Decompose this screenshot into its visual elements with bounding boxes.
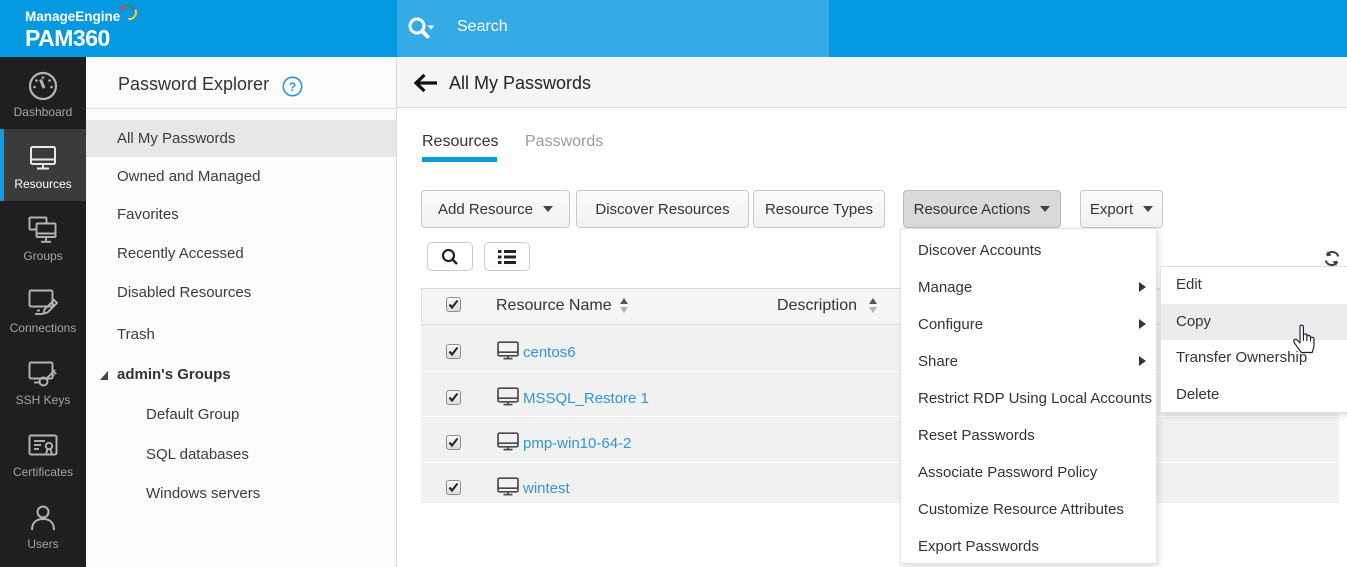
svg-text:?: ? bbox=[289, 80, 296, 94]
